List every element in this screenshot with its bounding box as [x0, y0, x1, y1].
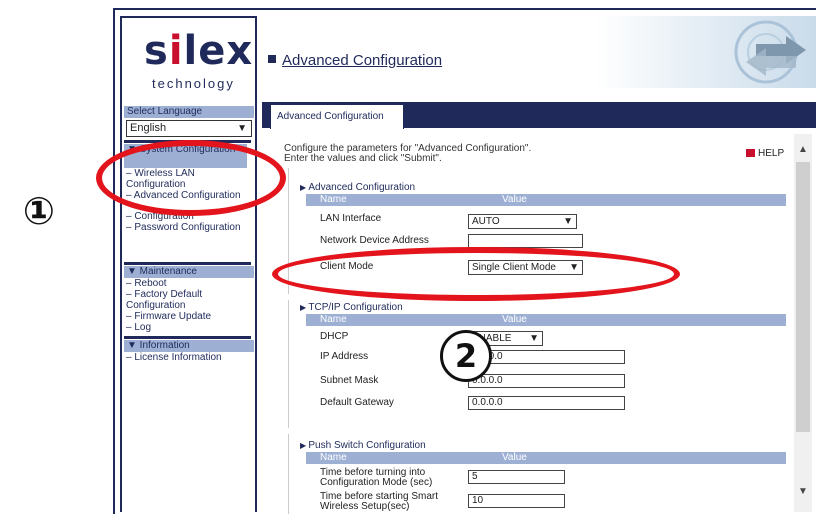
config-mode-time-input[interactable]: 5 [468, 470, 565, 484]
sidebar-item-password-config[interactable]: – Password Configuration [126, 222, 241, 233]
advanced-table-header: Name Value [306, 194, 786, 206]
maintenance-nav: – Reboot – Factory Default Configuration… [126, 278, 236, 333]
col-value: Value [502, 194, 527, 205]
ip-address-label: IP Address [320, 351, 369, 362]
language-select-value: English [130, 122, 167, 134]
content-panel: Configure the parameters for "Advanced C… [270, 134, 800, 514]
tcpip-table-header: Name Value [306, 314, 786, 326]
information-header[interactable]: ▼ Information [124, 340, 254, 352]
page-title: Advanced Configuration [282, 52, 443, 69]
silex-logo: silex technology [126, 22, 254, 100]
sidebar-item-factory-default[interactable]: – Factory Default Configuration [126, 289, 236, 311]
language-select[interactable]: English ▼ [126, 120, 252, 137]
tab-advanced-config[interactable]: Advanced Configuration [270, 104, 404, 129]
help-link[interactable]: HELP [746, 148, 784, 159]
chevron-down-icon: ▼ [237, 123, 247, 134]
logo-wordmark: silex [144, 28, 254, 74]
lan-interface-label: LAN Interface [320, 213, 382, 224]
smart-wireless-time-label: Time before starting Smart Wireless Setu… [320, 492, 438, 512]
network-device-address-label: Network Device Address [320, 235, 429, 246]
smart-wireless-time-input[interactable]: 10 [468, 494, 565, 508]
step-2-marker: 2 [440, 330, 492, 382]
subnet-mask-label: Subnet Mask [320, 375, 379, 386]
select-language-label: Select Language [124, 106, 254, 118]
header-decoration-icon [734, 20, 806, 84]
help-book-icon [746, 149, 755, 158]
sidebar: silex technology Select Language English… [120, 16, 257, 512]
label-line: Configuration Mode (sec) [320, 477, 433, 488]
lan-interface-value: AUTO [472, 216, 500, 227]
logo-tagline: technology [152, 76, 235, 91]
scrollbar-thumb[interactable] [796, 162, 810, 432]
vertical-scrollbar[interactable]: ▲ ▼ [794, 134, 812, 512]
label-line: Wireless Setup(sec) [320, 501, 410, 512]
highlight-ellipse-client-mode [272, 247, 680, 301]
page-header: Advanced Configuration [262, 16, 816, 88]
col-name: Name [320, 314, 347, 325]
sidebar-item-firmware-update[interactable]: – Firmware Update [126, 311, 236, 322]
push-switch-title: Push Switch Configuration [300, 440, 425, 451]
chevron-down-icon: ▼ [529, 333, 539, 344]
sidebar-divider [124, 262, 251, 265]
config-mode-time-label: Time before turning into Configuration M… [320, 468, 432, 488]
sidebar-divider [124, 336, 251, 339]
sidebar-item-reboot[interactable]: – Reboot [126, 278, 236, 289]
tcpip-config-title: TCP/IP Configuration [300, 302, 402, 313]
highlight-ellipse-sidebar [96, 140, 286, 216]
col-value: Value [502, 314, 527, 325]
description-line: Enter the values and click "Submit". [284, 153, 442, 164]
default-gateway-label: Default Gateway [320, 397, 394, 408]
help-label: HELP [758, 148, 785, 159]
col-name: Name [320, 452, 347, 463]
chevron-down-icon: ▼ [563, 216, 573, 227]
step-1-marker: ① [22, 189, 56, 233]
network-device-address-input[interactable] [468, 234, 583, 248]
advanced-config-title: Advanced Configuration [300, 182, 415, 193]
scroll-up-icon[interactable]: ▲ [798, 144, 808, 155]
scroll-down-icon[interactable]: ▼ [798, 486, 808, 497]
title-bullet-icon [268, 55, 276, 63]
sidebar-item-license-info[interactable]: – License Information [126, 352, 222, 363]
sidebar-item-log[interactable]: – Log [126, 322, 236, 333]
description: Configure the parameters for "Advanced C… [284, 144, 531, 164]
col-name: Name [320, 194, 347, 205]
col-value: Value [502, 452, 527, 463]
information-nav: – License Information [126, 352, 222, 363]
maintenance-header[interactable]: ▼ Maintenance [124, 266, 254, 278]
subnet-mask-input[interactable]: 0.0.0.0 [468, 374, 625, 388]
sidebar-panel: silex technology Select Language English… [122, 18, 255, 512]
dhcp-label: DHCP [320, 331, 349, 342]
lan-interface-select[interactable]: AUTO ▼ [468, 214, 577, 229]
default-gateway-input[interactable]: 0.0.0.0 [468, 396, 625, 410]
push-table-header: Name Value [306, 452, 786, 464]
